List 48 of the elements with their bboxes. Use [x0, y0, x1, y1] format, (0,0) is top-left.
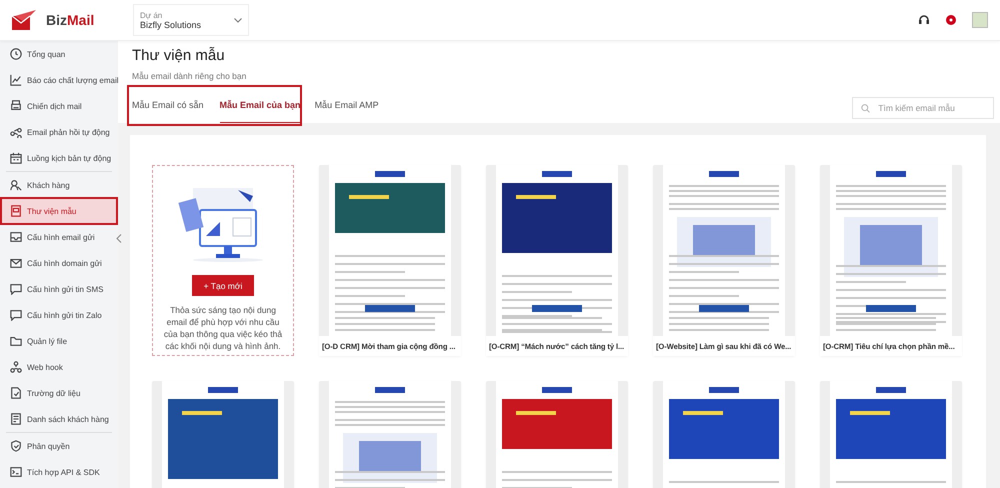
- chat-icon: [10, 309, 22, 321]
- sidebar-item[interactable]: Quản lý file: [1, 328, 117, 354]
- sidebar-item[interactable]: Luồng kịch bản tự động: [1, 145, 117, 171]
- sidebar-item[interactable]: Chiến dịch mail: [1, 93, 117, 119]
- folder-icon: [10, 335, 22, 347]
- envelope-icon: [10, 257, 22, 269]
- clock-icon: [10, 48, 22, 60]
- sidebar-item[interactable]: Báo cáo chất lượng email: [1, 67, 117, 93]
- sidebar-item[interactable]: Email phản hồi tự động: [1, 119, 117, 145]
- logo-icon: [12, 10, 38, 30]
- sidebar-item[interactable]: Cấu hình email gửi: [1, 224, 117, 250]
- create-new-button[interactable]: + Tạo mới: [192, 275, 254, 296]
- chart-icon: [10, 74, 22, 86]
- image-icon: [10, 205, 22, 217]
- inbox-icon: [10, 231, 22, 243]
- create-description: Thỏa sức sáng tạo nội dung email để phù hợp với nhu cầu của bạn thông qua việc kéo thả các khối nội dung và hình ảnh.: [162, 305, 284, 353]
- share-icon: [10, 126, 22, 138]
- shield-icon: [10, 440, 22, 452]
- terminal-icon: [10, 466, 22, 478]
- sidebar-item[interactable]: Tích hợp API & SDK: [1, 459, 117, 485]
- project-dropdown[interactable]: Dự án Bizfly Solutions: [133, 4, 249, 36]
- document-icon: [10, 387, 22, 399]
- page-subtitle: Mẫu email dành riêng cho bạn: [132, 71, 248, 81]
- sidebar-item[interactable]: Thư viện mẫu: [1, 198, 117, 224]
- sidebar-item[interactable]: Khách hàng: [1, 172, 117, 198]
- page-title: Thư viện mẫu: [132, 47, 226, 64]
- sidebar-item[interactable]: Cấu hình gửi tin Zalo: [1, 302, 117, 328]
- sidebar-item[interactable]: Tổng quan: [1, 41, 117, 67]
- sidebar-item[interactable]: Trường dữ liệu: [1, 380, 117, 406]
- people-icon: [10, 179, 22, 191]
- tab[interactable]: Mẫu Email có sẵn: [132, 93, 204, 123]
- printer-icon: [10, 100, 22, 112]
- sidebar-item[interactable]: Cấu hình domain gửi: [1, 250, 117, 276]
- sidebar-item[interactable]: Phân quyền: [1, 433, 117, 459]
- search-box[interactable]: Tìm kiếm email mẫu: [852, 97, 994, 119]
- sidebar-item[interactable]: Web hook: [1, 354, 117, 380]
- search-icon: [861, 102, 870, 114]
- notification-dot[interactable]: [946, 15, 956, 25]
- sidebar-item[interactable]: Danh sách khách hàng: [1, 406, 117, 432]
- list-icon: [10, 413, 22, 425]
- network-icon: [10, 361, 22, 373]
- chevron-down-icon: [234, 18, 242, 22]
- calendar-icon: [10, 152, 22, 164]
- headset-icon[interactable]: [918, 14, 930, 26]
- logo-text: BizMail: [46, 12, 94, 28]
- sidebar-item[interactable]: Cấu hình gửi tin SMS: [1, 276, 117, 302]
- tab[interactable]: Mẫu Email AMP: [314, 93, 379, 123]
- chat-icon: [10, 283, 22, 295]
